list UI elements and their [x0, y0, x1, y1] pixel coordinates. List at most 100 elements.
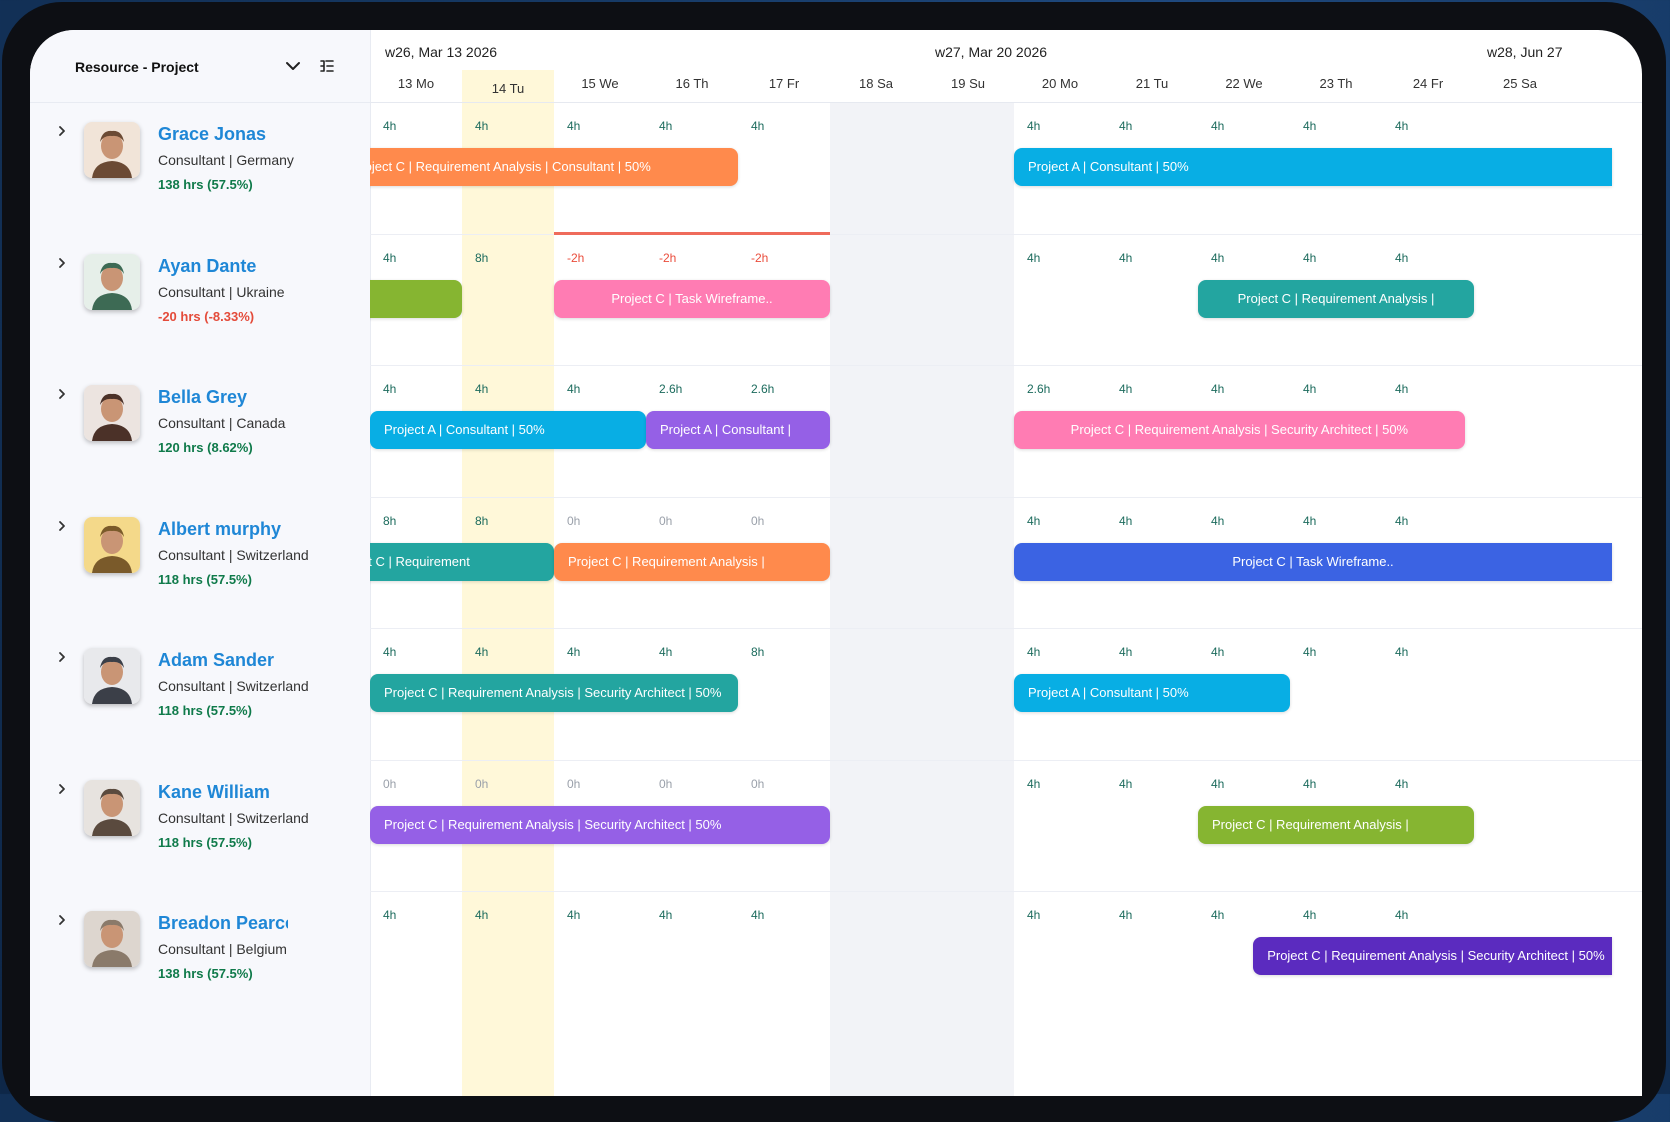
- chevron-right-icon[interactable]: [55, 782, 69, 796]
- resource-hours: 118 hrs (57.5%): [158, 834, 252, 850]
- day-hours: 4h: [383, 250, 397, 265]
- resource-name[interactable]: Bella Grey: [158, 387, 247, 408]
- allocation-bar[interactable]: Project C | Requirement Analysis |: [1198, 279, 1474, 318]
- day-label[interactable]: 16 Th: [646, 76, 738, 91]
- day-hours: 4h: [1027, 776, 1041, 791]
- resource-row[interactable]: Albert murphy Consultant | Switzerland 118…: [30, 497, 370, 637]
- resource-row[interactable]: Kane William Consultant | Switzerland 118 …: [30, 760, 370, 900]
- header-divider: [370, 102, 1642, 103]
- allocation-bar[interactable]: Project C | Requirement Analysis | Secur…: [1014, 411, 1465, 449]
- resource-row[interactable]: Grace Jonas Consultant | Germany 138 hrs (…: [30, 102, 370, 242]
- chevron-down-icon[interactable]: [284, 57, 302, 75]
- resource-name[interactable]: Grace Jonas: [158, 124, 266, 145]
- resource-role: Consultant | Ukraine: [158, 283, 285, 300]
- day-hours: 4h: [1303, 382, 1317, 396]
- allocation-bar[interactable]: Project A | Consultant | 50%: [1014, 148, 1612, 186]
- day-label[interactable]: 22 We: [1198, 76, 1290, 91]
- day-hours: 4h: [1395, 908, 1409, 922]
- allocation-bar[interactable]: Project C | Requirement Analysis | Secur…: [1253, 937, 1612, 975]
- resource-row[interactable]: Bella Grey Consultant | Canada 120 hrs (8.…: [30, 365, 370, 505]
- day-label[interactable]: 25 Sa: [1474, 76, 1566, 91]
- avatar: [84, 385, 140, 441]
- allocation-bar[interactable]: Project C | Requirement Analysis | Consu…: [370, 148, 738, 186]
- resource-name[interactable]: Albert murphy: [158, 519, 281, 540]
- allocation-bar[interactable]: Project C | Task Wireframe..: [554, 279, 830, 318]
- day-label[interactable]: 21 Tu: [1106, 76, 1198, 91]
- avatar: [84, 516, 140, 573]
- allocation-bar[interactable]: Project A | Consultant |: [646, 411, 830, 449]
- day-label[interactable]: 18 Sa: [830, 76, 922, 91]
- day-hours: 4h: [567, 645, 581, 659]
- chevron-right-icon[interactable]: [55, 650, 69, 664]
- chevron-right-icon[interactable]: [55, 124, 69, 138]
- day-label[interactable]: 23 Th: [1290, 76, 1382, 91]
- day-hours: 4h: [1211, 250, 1225, 265]
- day-hours: 0h: [659, 776, 673, 791]
- resource-name[interactable]: Breadon Pearce: [158, 913, 288, 934]
- day-hours: 4h: [1303, 513, 1317, 528]
- day-label[interactable]: 24 Fr: [1382, 76, 1474, 91]
- day-hours: 4h: [751, 908, 765, 922]
- week-label: w28, Jun 27: [1487, 44, 1563, 60]
- day-hours: 4h: [383, 382, 397, 396]
- day-hours: 8h: [383, 513, 397, 528]
- day-hours: 4h: [1395, 513, 1409, 528]
- day-hours: 4h: [475, 382, 489, 396]
- day-hours: 4h: [1027, 119, 1041, 133]
- day-hours: 4h: [1395, 250, 1409, 265]
- avatar: [84, 122, 140, 178]
- timeline: w26, Mar 13 2026 w27, Mar 20 2026 w28, Jun…: [370, 30, 1642, 1096]
- day-hours: 8h: [751, 645, 765, 659]
- chevron-right-icon[interactable]: [55, 519, 69, 533]
- resource-panel-header: Resource - Project: [30, 30, 370, 103]
- chevron-right-icon[interactable]: [55, 387, 69, 401]
- column-settings-icon[interactable]: [318, 57, 336, 75]
- day-hours: 4h: [1303, 250, 1317, 265]
- avatar: [84, 253, 140, 310]
- resource-name[interactable]: Kane William: [158, 782, 270, 803]
- day-label[interactable]: 17 Fr: [738, 76, 830, 91]
- day-hours: 4h: [1211, 776, 1225, 791]
- resource-row[interactable]: Ayan Dante Consultant | Ukraine -20 hrs (-…: [30, 234, 370, 374]
- day-hours: 8h: [475, 513, 489, 528]
- allocation-bar[interactable]: Project A | Consultant | 50%: [370, 411, 646, 449]
- resource-hours: 118 hrs (57.5%): [158, 703, 252, 718]
- day-label[interactable]: 15 We: [554, 76, 646, 91]
- day-hours: 4h: [567, 382, 581, 396]
- day-hours: -2h: [751, 250, 769, 265]
- resource-name[interactable]: Adam Sander: [158, 650, 274, 671]
- weekend-column: [922, 102, 1014, 1096]
- allocation-bar[interactable]: Project A | Consultant | 50%: [1014, 674, 1290, 712]
- allocation-bar[interactable]: Project C | Requirement Analysis |: [1198, 805, 1474, 844]
- day-hours: 2.6h: [1027, 382, 1051, 396]
- resource-row[interactable]: Adam Sander Consultant | Switzerland 118 h…: [30, 628, 370, 768]
- day-hours: 4h: [1027, 645, 1041, 659]
- day-label[interactable]: 14 Tu: [462, 70, 554, 102]
- allocation-bar[interactable]: Project C | Requirement Analysis | Secur…: [370, 805, 830, 844]
- day-hours: 4h: [1303, 645, 1317, 659]
- resource-name[interactable]: Ayan Dante: [158, 256, 256, 277]
- weekend-column: [830, 102, 922, 1096]
- resource-hours: 120 hrs (8.62%): [158, 440, 253, 455]
- day-label[interactable]: 20 Mo: [1014, 76, 1106, 91]
- allocation-bar[interactable]: Project C | Task Wireframe..: [1014, 542, 1612, 581]
- day-hours: 4h: [383, 119, 397, 133]
- resource-row[interactable]: Breadon Pearce Consultant | Belgium 138 hr…: [30, 891, 370, 1031]
- day-hours: 4h: [1119, 513, 1133, 528]
- day-hours: 4h: [1119, 250, 1133, 265]
- day-hours: 4h: [475, 119, 489, 133]
- day-hours: 4h: [1119, 382, 1133, 396]
- day-hours: 4h: [1119, 776, 1133, 791]
- allocation-bar[interactable]: ject C | Requirement: [370, 542, 554, 581]
- day-hours: 4h: [1027, 250, 1041, 265]
- day-label[interactable]: 13 Mo: [370, 76, 462, 91]
- avatar: [84, 648, 140, 704]
- day-hours: 4h: [1211, 119, 1225, 133]
- day-hours: 4h: [659, 119, 673, 133]
- day-label[interactable]: 19 Su: [922, 76, 1014, 91]
- allocation-bar[interactable]: A |: [370, 279, 462, 318]
- chevron-right-icon[interactable]: [55, 913, 69, 927]
- chevron-right-icon[interactable]: [55, 256, 69, 270]
- allocation-bar[interactable]: Project C | Requirement Analysis |: [554, 542, 830, 581]
- allocation-bar[interactable]: Project C | Requirement Analysis | Secur…: [370, 674, 738, 712]
